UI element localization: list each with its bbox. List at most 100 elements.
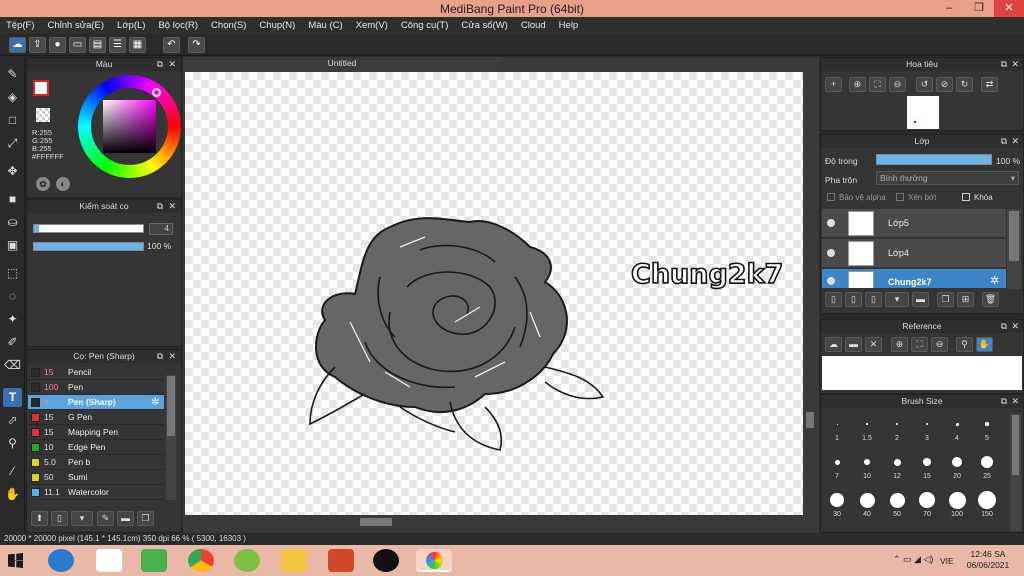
move-tool-icon[interactable]: ✥	[3, 162, 22, 181]
operation-tool-icon[interactable]: ⬀	[3, 411, 22, 430]
divide-tool-icon[interactable]: ⁄	[3, 462, 22, 481]
menu-tools[interactable]: Công cụ(T)	[401, 20, 449, 31]
open-folder-icon[interactable]: ▬	[845, 337, 862, 352]
undock-icon[interactable]: ⧉	[1001, 320, 1007, 333]
select-rect-tool-icon[interactable]: ⬚	[3, 264, 22, 283]
hue-cursor[interactable]	[152, 88, 161, 97]
close-icon[interactable]: ✕	[1011, 58, 1019, 71]
new-brush-icon[interactable]: ▯	[51, 511, 68, 526]
brush-size-preset[interactable]: 12	[882, 451, 912, 480]
brush-item[interactable]: 10 Edge Pen	[28, 440, 164, 455]
palette-icon[interactable]: ✿	[36, 177, 50, 191]
close-icon[interactable]: ✕	[168, 58, 176, 71]
flip-icon[interactable]: ⇄	[981, 77, 998, 92]
brush-size-preset[interactable]: 25	[972, 451, 1002, 480]
reference-view[interactable]	[822, 356, 1022, 390]
list-icon[interactable]: ☰	[109, 37, 126, 53]
close-button[interactable]: ✕	[994, 0, 1024, 17]
canvas-horizontal-scrollbar[interactable]	[185, 517, 803, 527]
powerpoint-icon[interactable]	[328, 549, 354, 572]
undock-icon[interactable]: ⧉	[1001, 58, 1007, 71]
brush-size-preset[interactable]: 10	[852, 451, 882, 480]
magic-wand-tool-icon[interactable]: ✦	[3, 310, 22, 329]
protect-alpha-checkbox[interactable]	[827, 193, 835, 201]
undock-icon[interactable]: ⧉	[157, 200, 163, 213]
drawing-canvas[interactable]: Chung2k7	[185, 72, 803, 515]
chrome-icon[interactable]	[188, 549, 214, 572]
blend-mode-select[interactable]: Bình thường ▾	[876, 171, 1019, 185]
brush-size-slider[interactable]	[33, 224, 144, 233]
visibility-icon[interactable]	[827, 219, 835, 227]
bluestacks-icon[interactable]	[141, 549, 167, 572]
brush-size-preset[interactable]: 70	[912, 489, 942, 518]
brush-size-preset[interactable]: 2	[882, 413, 912, 442]
layer-item-lop4[interactable]: Lớp4	[822, 239, 1006, 268]
medibang-taskbar-icon[interactable]	[416, 549, 452, 572]
select-eraser-tool-icon[interactable]: ⌫	[3, 356, 22, 375]
close-icon[interactable]: ✕	[1011, 395, 1019, 408]
canvas-text[interactable]: Chung2k7	[630, 258, 784, 291]
menu-filter[interactable]: Bộ lọc(R)	[158, 20, 198, 31]
edge-browser-icon[interactable]	[48, 549, 74, 572]
menu-select[interactable]: Chọn(S)	[211, 20, 246, 31]
brush-item[interactable]: 4 Pen (Sharp) ✲	[28, 395, 164, 410]
grid-icon[interactable]: ▦	[129, 37, 146, 53]
tiktok-icon[interactable]	[373, 549, 399, 572]
fit-icon[interactable]: ⛶	[869, 77, 886, 92]
cloud-icon[interactable]: ☁	[9, 37, 26, 53]
gradient-tool-icon[interactable]: ▣	[3, 236, 22, 255]
navigator-preview[interactable]	[907, 96, 939, 129]
windows-start-icon[interactable]	[8, 553, 23, 568]
brush-size-preset[interactable]: 20	[942, 451, 972, 480]
hand-tool-icon[interactable]: ✋	[3, 485, 22, 504]
layer-scrollbar[interactable]	[1007, 209, 1021, 289]
brush-size-preset[interactable]: 4	[942, 413, 972, 442]
primary-color-swatch[interactable]	[33, 80, 49, 96]
text-tool-icon[interactable]: T	[3, 388, 22, 407]
brush-size-preset[interactable]: 50	[882, 489, 912, 518]
tab-untitled[interactable]: Untitled	[183, 57, 501, 70]
coccoc-icon[interactable]	[234, 549, 260, 572]
folder-icon[interactable]: ▬	[912, 292, 929, 307]
zoom-out-icon[interactable]: ⊖	[931, 337, 948, 352]
brush-folder-icon[interactable]: ▬	[117, 511, 134, 526]
brush-item[interactable]: 15 G Pen	[28, 410, 164, 425]
clipping-checkbox[interactable]	[896, 193, 904, 201]
layer-item-lop5[interactable]: Lớp5	[822, 209, 1006, 238]
brush-item[interactable]: 100 Pen	[28, 380, 164, 395]
menu-help[interactable]: Help	[559, 20, 579, 31]
rotate-left-icon[interactable]: ↺	[916, 77, 933, 92]
brush-size-preset[interactable]: 7	[822, 451, 852, 480]
document-icon[interactable]: ▤	[89, 37, 106, 53]
brush-size-scrollbar[interactable]	[1010, 413, 1021, 531]
select-pen-tool-icon[interactable]: ✐	[3, 333, 22, 352]
close-icon[interactable]: ✕	[168, 350, 176, 363]
eraser-tool-icon[interactable]: ◈	[3, 88, 22, 107]
brush-size-preset[interactable]: 3	[912, 413, 942, 442]
brush-size-preset[interactable]: 15	[912, 451, 942, 480]
clock[interactable]: 12:46 SA 06/06/2021	[964, 549, 1012, 571]
brush-settings-icon[interactable]: ✎	[97, 511, 114, 526]
lasso-tool-icon[interactable]: ◌	[3, 287, 22, 306]
brush-size-preset[interactable]: 1.5	[852, 413, 882, 442]
brush-item[interactable]: 5.0 Pen b	[28, 455, 164, 470]
new-layer-icon[interactable]: ▯	[845, 292, 862, 307]
eyedropper-icon[interactable]: ⚲	[956, 337, 973, 352]
menu-view[interactable]: Xem(V)	[356, 20, 388, 31]
brush-item[interactable]: 50 Sumi	[28, 470, 164, 485]
undock-icon[interactable]: ⧉	[1001, 135, 1007, 148]
undock-icon[interactable]: ⧉	[157, 350, 163, 363]
color-picker-icon[interactable]: ◐	[56, 177, 70, 191]
brush-item[interactable]: 11.1 Watercolor	[28, 485, 164, 500]
fill-rect-tool-icon[interactable]: ■	[3, 190, 22, 209]
brush-opacity-slider[interactable]	[33, 242, 144, 251]
menu-snap[interactable]: Chụp(N)	[259, 20, 295, 31]
brush-list-scrollbar[interactable]	[166, 375, 176, 500]
brush-size-preset[interactable]: 30	[822, 489, 852, 518]
redo-icon[interactable]: ↷	[188, 37, 205, 53]
blur-tool-icon[interactable]: ⤢	[3, 134, 22, 153]
brush-tool-icon[interactable]: ✎	[3, 65, 22, 84]
minimize-button[interactable]: –	[934, 0, 964, 17]
close-icon[interactable]: ✕	[168, 200, 176, 213]
file-explorer-icon[interactable]	[281, 549, 307, 572]
